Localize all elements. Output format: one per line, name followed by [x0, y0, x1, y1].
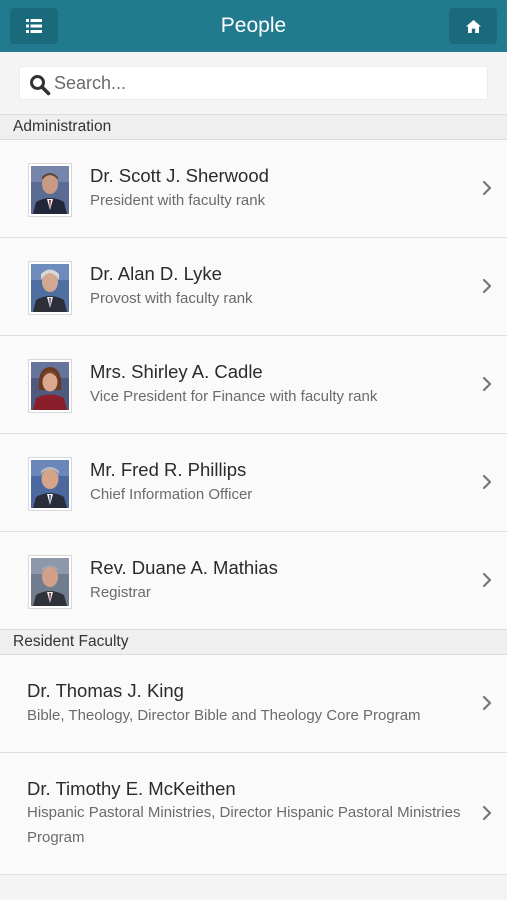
chevron-right-icon: [482, 695, 492, 711]
section-header-administration: Administration: [0, 114, 507, 140]
section-header-resident-faculty: Resident Faculty: [0, 629, 507, 655]
person-title: Provost with faculty rank: [90, 290, 253, 307]
person-title: Hispanic Pastoral Ministries, Director H…: [27, 804, 461, 846]
list-item[interactable]: Mrs. Shirley A. Cadle Vice President for…: [0, 336, 507, 434]
person-name: Dr. Thomas J. King: [27, 680, 184, 701]
person-title: Registrar: [90, 584, 151, 601]
person-photo: [31, 264, 69, 312]
avatar: [28, 359, 72, 413]
avatar: [28, 261, 72, 315]
home-icon: [465, 19, 481, 33]
chevron-right-icon: [482, 805, 492, 821]
list-item[interactable]: Rev. Duane A. Mathias Registrar: [0, 532, 507, 630]
chevron-right-icon: [482, 278, 492, 294]
person-title: Chief Information Officer: [90, 486, 253, 503]
avatar: [28, 163, 72, 217]
avatar: [28, 457, 72, 511]
person-title: Vice President for Finance with faculty …: [90, 388, 378, 405]
list-item[interactable]: Dr. Alan D. Lyke Provost with faculty ra…: [0, 238, 507, 336]
list-item[interactable]: Dr. Thomas J. King Bible, Theology, Dire…: [0, 655, 507, 753]
person-name: Rev. Duane A. Mathias: [90, 557, 278, 578]
search-icon: [30, 75, 51, 96]
chevron-right-icon: [482, 474, 492, 490]
search-box[interactable]: [19, 66, 488, 100]
person-name: Mrs. Shirley A. Cadle: [90, 361, 263, 382]
list-item[interactable]: Dr. Scott J. Sherwood President with fac…: [0, 140, 507, 238]
page-title: People: [220, 14, 287, 37]
chevron-right-icon: [482, 572, 492, 588]
person-name: Dr. Scott J. Sherwood: [90, 165, 269, 186]
search-bar: [0, 52, 507, 114]
chevron-right-icon: [482, 180, 492, 196]
person-photo: [31, 460, 69, 508]
person-photo: [31, 362, 69, 410]
chevron-right-icon: [482, 376, 492, 392]
search-input[interactable]: [54, 67, 484, 99]
avatar: [28, 555, 72, 609]
list-item[interactable]: Mr. Fred R. Phillips Chief Information O…: [0, 434, 507, 532]
navigation-bar: People: [0, 0, 507, 52]
person-photo: [31, 558, 69, 606]
person-name: Mr. Fred R. Phillips: [90, 459, 247, 480]
list-item[interactable]: Dr. Timothy E. McKeithen Hispanic Pastor…: [0, 753, 507, 875]
person-title: Bible, Theology, Director Bible and Theo…: [27, 707, 421, 724]
home-button[interactable]: [449, 8, 497, 44]
person-title: President with faculty rank: [90, 192, 266, 209]
person-name: Dr. Alan D. Lyke: [90, 263, 222, 284]
person-name: Dr. Timothy E. McKeithen: [27, 778, 236, 799]
person-photo: [31, 166, 69, 214]
